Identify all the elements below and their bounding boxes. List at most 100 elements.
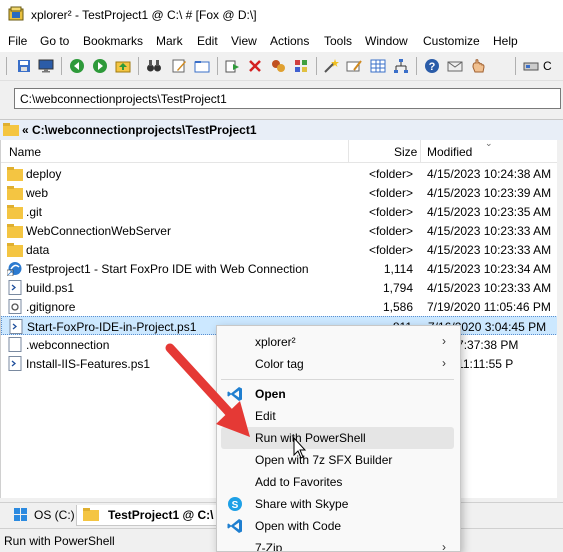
monitor-icon[interactable]	[38, 58, 54, 74]
toolbar-separator	[316, 57, 317, 75]
window-title: xplorer² - TestProject1 @ C:\ # [Fox @ D…	[31, 8, 257, 22]
column-name[interactable]: Name	[9, 145, 41, 159]
ctx-item-share-with-skype[interactable]: S Share with Skype	[221, 493, 454, 515]
chevron-right-icon: ›	[442, 356, 446, 370]
file-modified: 4/15/2023 10:23:39 AM	[427, 186, 552, 200]
file-size: <folder>	[368, 205, 413, 219]
ctx-label: Share with Skype	[255, 497, 349, 511]
menu-go-to[interactable]: Go to	[40, 34, 69, 48]
context-menu: xplorer² › Color tag › Open Edit Run wit…	[216, 325, 461, 552]
file-modified: 4/15/2023 10:24:38 AM	[427, 167, 552, 181]
menu-bookmarks[interactable]: Bookmarks	[83, 34, 143, 48]
wand-icon[interactable]	[323, 58, 339, 74]
file-size: 1,794	[382, 281, 413, 295]
folder-icon	[7, 185, 23, 200]
ctx-item-edit[interactable]: Edit	[221, 405, 454, 427]
tab-testproject1[interactable]: TestProject1 @ C:\	[76, 505, 218, 526]
drive-label[interactable]: C	[543, 59, 552, 73]
ctx-item-open[interactable]: Open	[221, 383, 454, 405]
folder-icon	[83, 508, 99, 521]
menu-edit[interactable]: Edit	[197, 34, 218, 48]
ctx-item-xplorer2[interactable]: xplorer² ›	[221, 331, 454, 353]
table-row[interactable]: WebConnectionWebServer <folder> 4/15/2023 …	[1, 221, 558, 240]
menu-mark[interactable]: Mark	[156, 34, 183, 48]
column-divider[interactable]	[348, 140, 349, 162]
vertical-scrollbar[interactable]	[557, 140, 563, 498]
copy-icon[interactable]	[224, 58, 240, 74]
rename-icon[interactable]	[346, 58, 362, 74]
ctx-item-add-to-favorites[interactable]: Add to Favorites	[221, 471, 454, 493]
back-icon[interactable]	[69, 58, 85, 74]
delete-icon[interactable]	[247, 58, 263, 74]
ctx-item-run-with-powershell[interactable]: Run with PowerShell	[221, 427, 454, 449]
grid-icon[interactable]	[370, 58, 386, 74]
menu-customize[interactable]: Customize	[423, 34, 480, 48]
save-icon[interactable]	[16, 58, 32, 74]
ctx-item-open-with-code[interactable]: Open with Code	[221, 515, 454, 537]
file-modified: 4/15/2023 10:23:34 AM	[427, 262, 552, 276]
windows-drive-icon	[14, 508, 27, 521]
table-row[interactable]: deploy <folder> 4/15/2023 10:24:38 AM	[1, 164, 558, 183]
forward-icon[interactable]	[92, 58, 108, 74]
move-icon[interactable]	[270, 58, 286, 74]
mail-icon[interactable]	[447, 58, 463, 74]
column-divider[interactable]	[420, 140, 421, 162]
file-name: WebConnectionWebServer	[26, 224, 171, 238]
folder-icon	[3, 123, 19, 136]
file-name: Start-FoxPro-IDE-in-Project.ps1	[27, 320, 197, 334]
menu-file[interactable]: File	[8, 34, 27, 48]
toolbar-separator	[416, 57, 417, 75]
table-row[interactable]: build.ps1 1,794 4/15/2023 10:23:33 AM	[1, 278, 558, 297]
file-size: <folder>	[368, 186, 413, 200]
toolbar: ? C	[0, 52, 563, 81]
list-header: Name Size Modified ⌄	[1, 140, 558, 163]
up-folder-icon[interactable]	[115, 58, 131, 74]
svg-text:S: S	[232, 500, 239, 511]
table-row[interactable]: Testproject1 - Start FoxPro IDE with Web…	[1, 259, 558, 278]
address-input[interactable]	[14, 88, 561, 109]
ctx-label: Open with 7z SFX Builder	[255, 453, 393, 467]
address-bar	[0, 81, 563, 117]
toolbar-grip	[6, 57, 7, 75]
file-size: 1,114	[383, 262, 413, 276]
menu-actions[interactable]: Actions	[270, 34, 309, 48]
folder-icon	[7, 204, 23, 219]
file-modified: 4/15/2023 10:23:33 AM	[427, 243, 552, 257]
app-icon	[8, 6, 24, 21]
properties-icon[interactable]	[293, 58, 309, 74]
help-icon[interactable]: ?	[424, 58, 440, 74]
folder-icon	[7, 166, 23, 181]
drive-icon[interactable]	[523, 58, 539, 74]
folder-icon[interactable]	[194, 58, 210, 74]
ctx-item-color-tag[interactable]: Color tag ›	[221, 353, 454, 375]
tab-label: TestProject1 @ C:\	[108, 508, 214, 522]
table-row[interactable]: web <folder> 4/15/2023 10:23:39 AM	[1, 183, 558, 202]
menu-help[interactable]: Help	[493, 34, 518, 48]
column-modified[interactable]: Modified	[427, 145, 472, 159]
edit-icon[interactable]	[171, 58, 187, 74]
ctx-label: 7-Zip	[255, 541, 283, 552]
file-name: build.ps1	[26, 281, 75, 295]
hand-icon[interactable]	[470, 58, 486, 74]
ctx-separator	[221, 379, 454, 380]
file-size: <folder>	[368, 224, 413, 238]
tree-icon[interactable]	[393, 58, 409, 74]
tab-os-c[interactable]: OS (C:)	[4, 505, 75, 525]
menu-view[interactable]: View	[231, 34, 257, 48]
ctx-label: Edit	[255, 409, 276, 423]
menu-tools[interactable]: Tools	[324, 34, 352, 48]
column-size[interactable]: Size	[394, 145, 417, 159]
chevron-right-icon: ›	[442, 540, 446, 552]
folder-path[interactable]: « C:\webconnectionprojects\TestProject1	[22, 123, 257, 137]
binoculars-icon[interactable]	[146, 58, 162, 74]
file-name: data	[26, 243, 50, 257]
table-row[interactable]: .gitignore 1,586 7/19/2020 11:05:46 PM	[1, 297, 558, 316]
toolbar-separator	[138, 57, 139, 75]
file-name: deploy	[26, 167, 62, 181]
ctx-item-open-with-7z-sfx[interactable]: Open with 7z SFX Builder	[221, 449, 454, 471]
menu-window[interactable]: Window	[365, 34, 408, 48]
ctx-label: Add to Favorites	[255, 475, 343, 489]
table-row[interactable]: data <folder> 4/15/2023 10:23:33 AM	[1, 240, 558, 259]
table-row[interactable]: .git <folder> 4/15/2023 10:23:35 AM	[1, 202, 558, 221]
file-name: .git	[26, 205, 43, 219]
